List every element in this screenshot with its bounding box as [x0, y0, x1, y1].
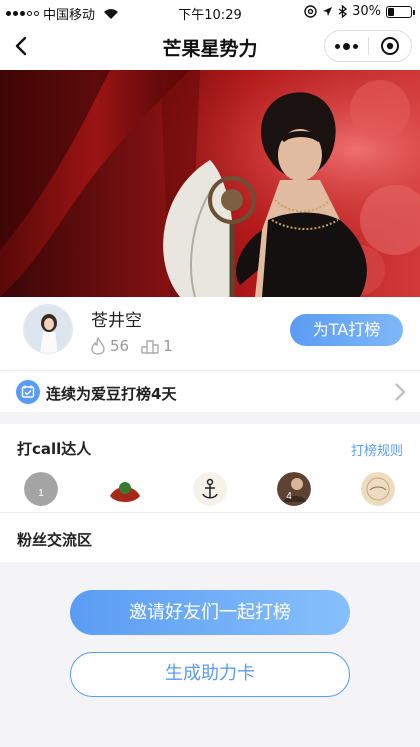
top-callers-section: 打call达人 打榜规则 1 4 [0, 424, 420, 512]
status-right: 30% [304, 4, 415, 19]
bluetooth-icon [338, 5, 348, 18]
generate-support-card-button[interactable]: 生成助力卡 [70, 652, 350, 697]
mini-program-close-icon[interactable] [369, 30, 411, 62]
fan-rank-label: 4 [286, 491, 292, 502]
fan-avatar[interactable] [108, 472, 142, 506]
vote-for-idol-button[interactable]: 为TA打榜 [290, 314, 403, 346]
fan-avatar[interactable]: 1 [24, 472, 58, 506]
calendar-check-icon [16, 380, 40, 404]
rank-podium-icon [141, 340, 159, 354]
fan-zone-section[interactable]: 粉丝交流区 [0, 512, 420, 562]
fan-avatar[interactable] [361, 472, 395, 506]
idol-stats: 56 1 [90, 337, 185, 355]
fan-rank-label: 1 [38, 488, 44, 499]
location-icon [323, 7, 333, 16]
fan-avatar[interactable] [193, 472, 227, 506]
battery-percent: 30% [352, 4, 381, 19]
streak-text: 连续为爱豆打榜4天 [46, 385, 177, 403]
idol-name: 苍井空 [91, 311, 142, 331]
fan-avatar[interactable]: 4 [277, 472, 311, 506]
banner-image [0, 70, 420, 297]
invite-friends-button[interactable]: 邀请好友们一起打榜 [70, 590, 350, 635]
avatar[interactable] [23, 304, 73, 354]
section-title: 打call达人 [17, 440, 92, 458]
at-icon [304, 5, 317, 18]
ranking-rules-link[interactable]: 打榜规则 [351, 440, 403, 459]
more-dots-icon[interactable] [325, 30, 368, 62]
flame-icon [91, 337, 105, 355]
battery-icon [386, 5, 415, 18]
mini-program-capsule [324, 30, 412, 62]
streak-row[interactable]: 连续为爱豆打榜4天 [0, 370, 420, 412]
heat-count: 56 [110, 337, 130, 355]
rank-value: 1 [163, 337, 173, 355]
status-bar: 中国移动 下午10:29 30% [0, 0, 420, 24]
section-title: 粉丝交流区 [17, 531, 93, 549]
chevron-right-icon [395, 383, 406, 401]
nav-bar: 芒果星势力 [0, 24, 420, 70]
idol-profile: 苍井空 56 1 为TA打榜 [0, 297, 420, 370]
